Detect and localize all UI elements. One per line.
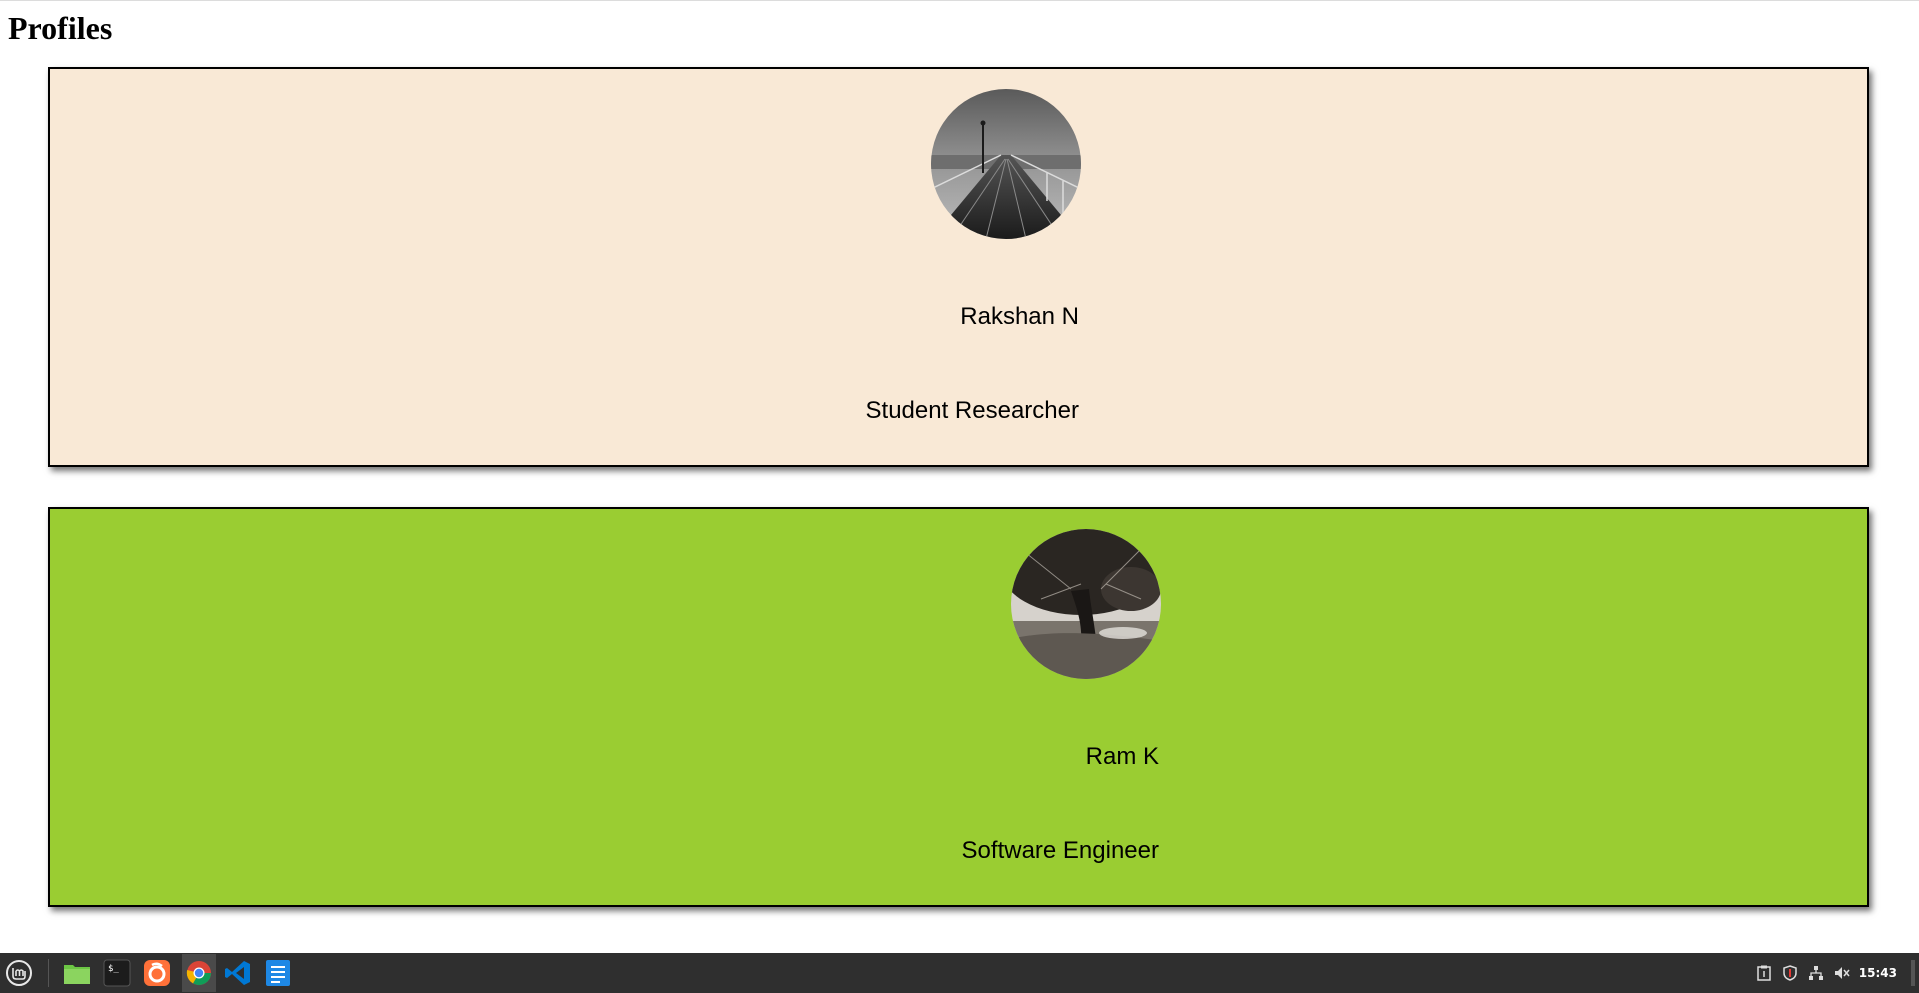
terminal-icon[interactable]: $_ <box>102 958 132 988</box>
chrome-icon[interactable] <box>182 954 216 992</box>
files-folder-icon[interactable] <box>62 958 92 988</box>
pier-photo-icon <box>931 89 1081 239</box>
tree-photo-icon <box>1011 529 1161 679</box>
text-editor-icon[interactable] <box>263 958 293 988</box>
shield-icon[interactable] <box>1781 964 1799 982</box>
firefox-icon[interactable] <box>142 958 172 988</box>
volume-muted-icon[interactable] <box>1833 964 1851 982</box>
page-title: Profiles <box>8 10 113 46</box>
profile-role: Software Engineer <box>961 837 1159 864</box>
profile-role: Student Researcher <box>865 397 1079 424</box>
profile-name: Rakshan N <box>960 303 1079 330</box>
show-desktop-button[interactable] <box>1911 960 1915 986</box>
system-tray: 15:43 <box>1755 953 1919 993</box>
linux-mint-menu-icon[interactable] <box>4 958 34 988</box>
network-icon[interactable] <box>1807 964 1825 982</box>
avatar <box>931 89 1081 239</box>
profile-card: Rakshan N Student Researcher <box>48 67 1869 467</box>
profile-card: Ram K Software Engineer <box>48 507 1869 907</box>
clipboard-icon[interactable] <box>1755 964 1773 982</box>
taskbar: $_ 15:43 <box>0 953 1919 993</box>
top-border <box>0 0 1919 1</box>
svg-text:$_: $_ <box>108 964 119 974</box>
taskbar-separator <box>48 959 49 987</box>
vscode-icon[interactable] <box>223 958 253 988</box>
avatar <box>1011 529 1161 679</box>
profile-name: Ram K <box>1085 743 1159 770</box>
clock[interactable]: 15:43 <box>1859 966 1897 980</box>
